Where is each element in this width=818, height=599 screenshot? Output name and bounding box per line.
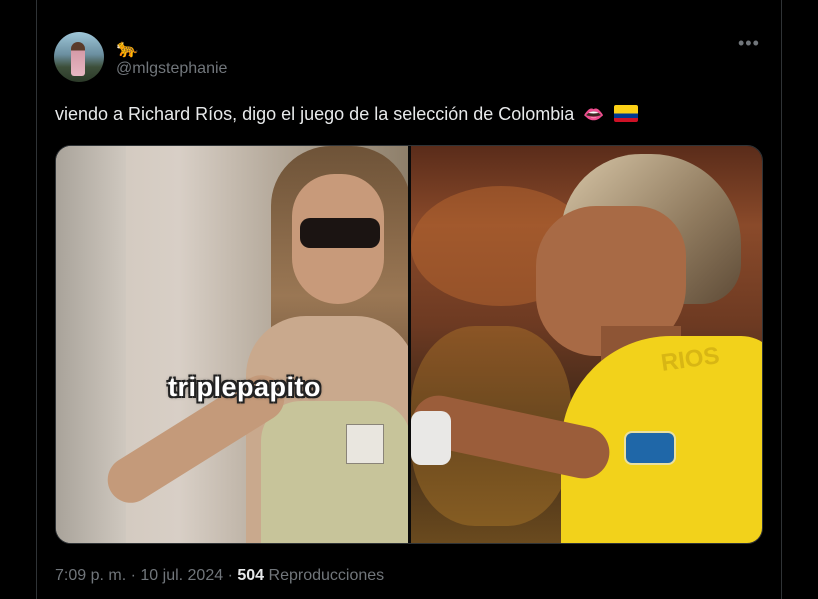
tweet-media[interactable]: triplepapito RIOS (55, 145, 763, 544)
tweet-text-row: viendo a Richard Ríos, digo el juego de … (55, 104, 638, 125)
tweet-meta: 7:09 p. m. · 10 jul. 2024 · 504 Reproduc… (55, 567, 384, 585)
tweet-date[interactable]: 10 jul. 2024 (140, 567, 223, 584)
tweet-text: viendo a Richard Ríos, digo el juego de … (55, 104, 575, 124)
avatar[interactable] (54, 32, 104, 82)
meta-separator: · (130, 567, 136, 584)
avatar-figure (71, 42, 85, 76)
image-caption: triplepapito (168, 372, 321, 402)
meta-separator: · (227, 567, 233, 584)
wrist-tape (411, 411, 451, 465)
sunglasses (300, 218, 380, 248)
woman-top (261, 401, 408, 543)
lips-emoji-icon: 👄 (583, 105, 605, 124)
tournament-patch (624, 431, 676, 465)
id-badge (346, 424, 384, 464)
player-image-right[interactable]: RIOS (411, 146, 762, 543)
tweet-time[interactable]: 7:09 p. m. (55, 567, 126, 584)
more-options-icon[interactable]: ••• (738, 34, 760, 52)
user-handle[interactable]: @mlgstephanie (116, 60, 227, 78)
meme-image-left[interactable]: triplepapito (56, 146, 408, 543)
views-label: Reproducciones (268, 567, 385, 584)
colombia-flag-icon (613, 105, 638, 122)
views-count: 504 (237, 567, 265, 584)
display-name-emoji[interactable]: 🐆 (116, 38, 138, 59)
